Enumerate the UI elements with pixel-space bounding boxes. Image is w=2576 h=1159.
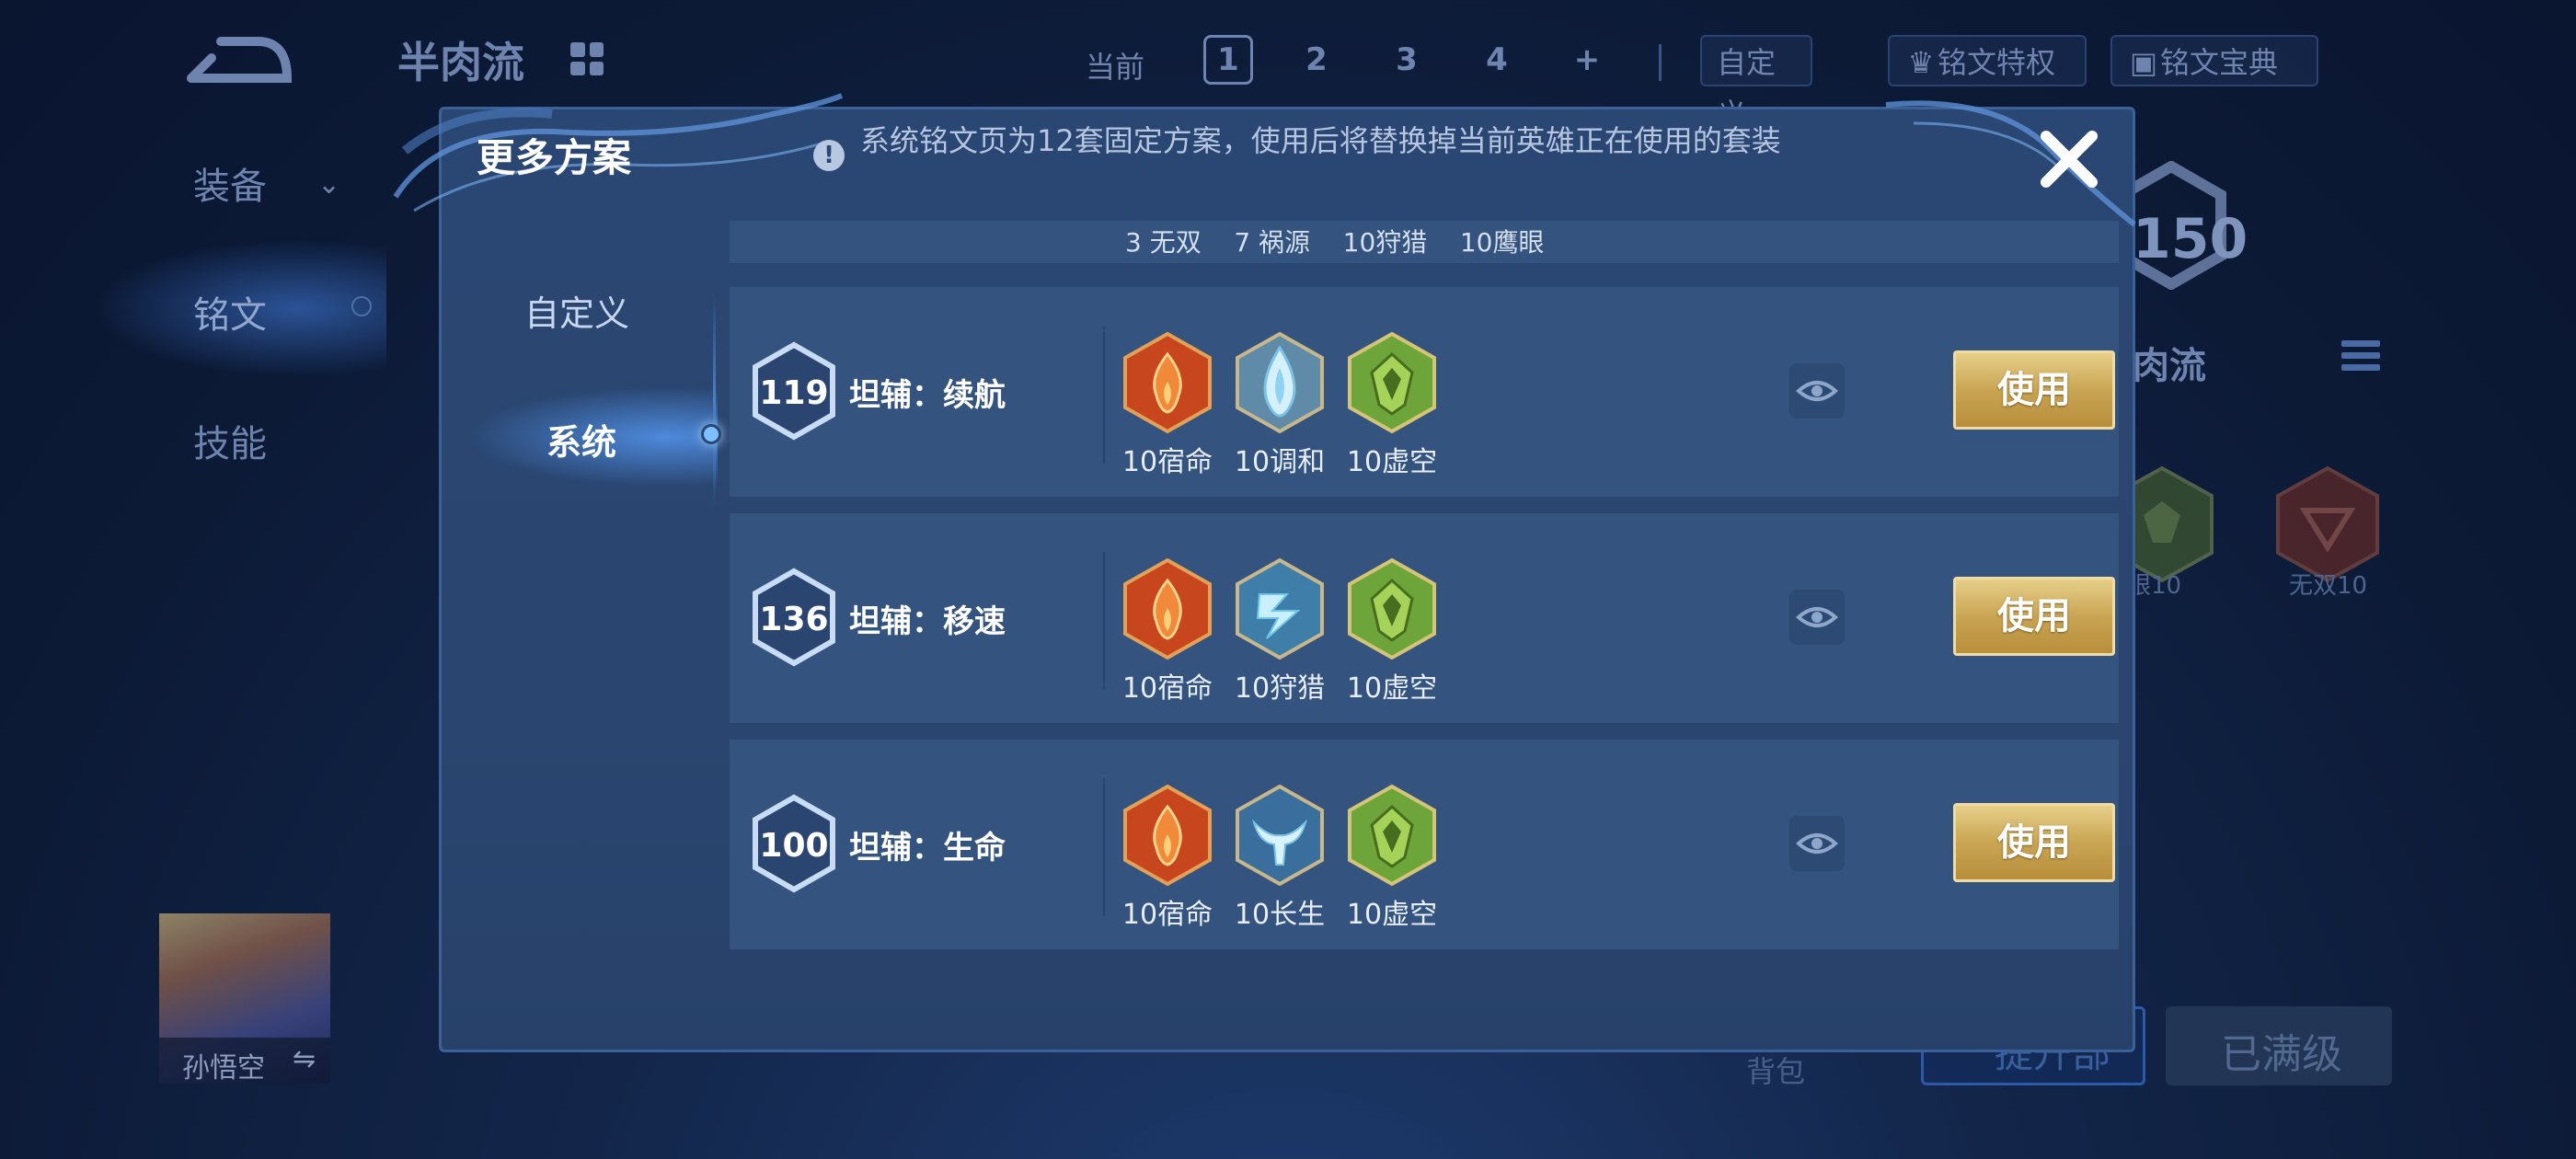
plan-title: 半肉流 bbox=[397, 38, 524, 87]
rune-label: 10宿命 bbox=[1121, 899, 1213, 931]
use-button[interactable]: 使用 bbox=[1953, 577, 2115, 656]
active-dot-icon bbox=[351, 296, 372, 316]
page-tab-4[interactable]: 4 bbox=[1472, 35, 1522, 85]
hero-plan-name: 肉流 bbox=[2133, 345, 2206, 387]
notice-text: 系统铭文页为12套固定方案，使用后将替换掉当前英雄正在使用的套装 bbox=[860, 123, 1781, 158]
codex-icon: ▣ bbox=[2129, 45, 2158, 80]
swap-icon[interactable]: ⇋ bbox=[293, 1043, 316, 1075]
plan-card[interactable]: 119 坦辅：续航 10宿命 10调和 10虚空 使用 bbox=[730, 287, 2119, 497]
add-page-button[interactable]: + bbox=[1562, 35, 1612, 85]
page-tab-2[interactable]: 2 bbox=[1292, 35, 1341, 85]
sidebar-item-rune[interactable]: 铭文 bbox=[193, 285, 267, 339]
plan-name: 坦辅：生命 bbox=[849, 830, 1006, 866]
eye-icon[interactable] bbox=[1789, 363, 1845, 419]
sidebar-item-skill[interactable]: 技能 bbox=[193, 414, 267, 467]
rune-label: 10长生 bbox=[1234, 899, 1326, 931]
tab-system[interactable]: 系统 bbox=[546, 414, 616, 465]
hero-name: 孙悟空 bbox=[182, 1052, 265, 1084]
blue-tail-rune-icon bbox=[1236, 784, 1324, 887]
rune-label: 10宿命 bbox=[1121, 446, 1213, 478]
chevron-down-icon: ⌄ bbox=[317, 168, 341, 201]
info-icon: ! bbox=[813, 140, 845, 171]
crown-book-icon: ♛ bbox=[1907, 45, 1935, 80]
rune-label: 10虚空 bbox=[1346, 672, 1438, 705]
dialog-title: 更多方案 bbox=[477, 135, 632, 180]
rune-privilege-label: 铭文特权 bbox=[1938, 45, 2056, 80]
page-tab-1[interactable]: 1 bbox=[1203, 35, 1253, 85]
rune-codex-button[interactable]: ▣铭文宝典 bbox=[2110, 35, 2318, 86]
blue-drop-rune-icon bbox=[1236, 331, 1324, 434]
level-hex-badge: 119 bbox=[753, 341, 835, 441]
plan-name: 坦辅：移速 bbox=[849, 603, 1006, 640]
sidebar-item-equipment[interactable]: 装备 bbox=[193, 156, 267, 210]
plan-level: 100 bbox=[759, 827, 828, 865]
divider bbox=[1659, 44, 1662, 81]
rune-mini-label: 无双10 bbox=[2289, 572, 2368, 600]
rune-label: 10虚空 bbox=[1346, 446, 1438, 478]
red-fire-rune-icon bbox=[1123, 331, 1212, 434]
blue-lightning-rune-icon bbox=[1236, 557, 1324, 660]
use-button[interactable]: 使用 bbox=[1953, 803, 2115, 882]
page-tab-3[interactable]: 3 bbox=[1382, 35, 1432, 85]
rune-label: 10虚空 bbox=[1346, 899, 1438, 931]
green-rune-icon bbox=[1348, 557, 1436, 660]
rune-label: 10狩猎 bbox=[1234, 672, 1326, 705]
eye-icon[interactable] bbox=[1789, 816, 1845, 871]
red-fire-rune-icon bbox=[1123, 784, 1212, 887]
use-button[interactable]: 使用 bbox=[1953, 350, 2115, 430]
rune-codex-label: 铭文宝典 bbox=[2160, 45, 2279, 80]
plan-card-partial[interactable]: 3 无双 7 祸源 10狩猎 10鹰眼 bbox=[730, 221, 2119, 263]
level-hex-badge: 136 bbox=[753, 568, 835, 667]
plan-level: 119 bbox=[759, 374, 828, 412]
rune-privilege-button[interactable]: ♛ 铭文特权 bbox=[1888, 35, 2087, 86]
rune-label: 10宿命 bbox=[1121, 672, 1213, 705]
green-rune-icon bbox=[1348, 784, 1436, 887]
rune-label: 10调和 bbox=[1234, 446, 1326, 478]
close-icon[interactable] bbox=[2037, 127, 2101, 191]
grid-icon[interactable] bbox=[570, 42, 604, 75]
level-hex-badge: 100 bbox=[753, 794, 835, 893]
back-button[interactable] bbox=[184, 32, 294, 92]
plan-name: 坦辅：续航 bbox=[849, 377, 1006, 414]
rune-summary: 3 无双 7 祸源 10狩猎 10鹰眼 bbox=[1125, 227, 1545, 258]
current-page-label: 当前 bbox=[1086, 50, 1145, 85]
custom-button[interactable]: 自定义 bbox=[1700, 35, 1812, 132]
plan-card[interactable]: 100 坦辅：生命 10宿命 10长生 10虚空 使用 bbox=[730, 740, 2119, 949]
backpack-label[interactable]: 背包 bbox=[1746, 1049, 1805, 1091]
eye-icon[interactable] bbox=[1789, 590, 1845, 645]
rune-level-value: 150 bbox=[2133, 207, 2248, 271]
red-fire-rune-icon bbox=[1123, 557, 1212, 660]
maxed-label: 已满级 bbox=[2221, 1031, 2342, 1078]
active-tab-indicator bbox=[701, 424, 721, 444]
plan-level: 136 bbox=[759, 601, 828, 638]
plan-list[interactable]: 3 无双 7 祸源 10狩猎 10鹰眼 119 坦辅：续航 10宿命 10调和 … bbox=[727, 221, 2125, 957]
decorative-swirl bbox=[1885, 100, 2136, 227]
plan-card[interactable]: 136 坦辅：移速 10宿命 10狩猎 10虚空 使用 bbox=[730, 513, 2119, 723]
tab-divider bbox=[713, 294, 716, 506]
green-rune-icon bbox=[1348, 331, 1436, 434]
menu-icon[interactable] bbox=[2341, 340, 2380, 376]
tab-custom[interactable]: 自定义 bbox=[524, 285, 629, 336]
